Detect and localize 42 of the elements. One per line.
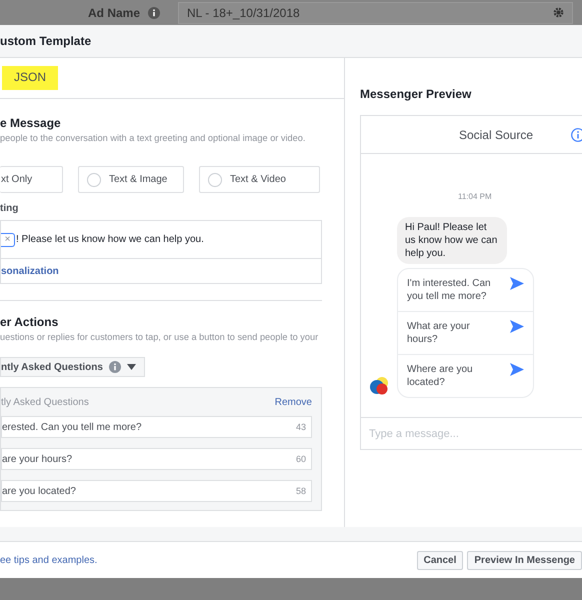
field-label: Ad Name [88, 6, 140, 20]
section-title: er Actions [0, 315, 60, 329]
json-tab[interactable]: JSON [2, 66, 58, 90]
message-time: 11:04 PM [458, 192, 492, 201]
info-icon [148, 6, 160, 18]
section-description: people to the conversation with a text greeting and optional image or video. [0, 133, 306, 143]
format-option[interactable]: xt Only [0, 166, 63, 193]
info-icon [108, 361, 121, 373]
message-bubble: Hi Paul! Please let us know how we can help you. [397, 217, 507, 264]
gear-icon[interactable] [553, 7, 564, 18]
section-description: uestions or replies for customers to tap, or use a button to send people to your [0, 332, 318, 342]
remove-link[interactable]: Remove [274, 396, 312, 408]
personalization-link[interactable]: sonalization [1, 259, 321, 283]
question-field[interactable]: are you located? 58 [1, 480, 312, 502]
field-label: ting [0, 203, 20, 214]
dropdown-button[interactable]: ntly Asked Questions [0, 357, 145, 377]
section-title: e Message [0, 116, 62, 130]
send-icon[interactable] [510, 363, 524, 376]
quick-reply[interactable]: What are your hours? [407, 320, 502, 346]
format-option[interactable]: Text & Video [199, 166, 320, 193]
question-field[interactable]: are your hours? 60 [1, 448, 312, 470]
preview-button[interactable]: Preview In Messenge [467, 550, 582, 570]
tips-link[interactable]: ee tips and examples. [0, 554, 98, 566]
format-option[interactable]: Text & Image [78, 166, 184, 193]
radio-button[interactable] [208, 172, 222, 186]
caret-icon [126, 364, 136, 370]
greeting-field[interactable]: × ! Please let us know how we can help you. sonalization [0, 220, 322, 284]
send-icon[interactable] [510, 277, 524, 290]
avatar-icon [369, 376, 389, 396]
cancel-button[interactable]: Cancel [416, 550, 464, 570]
dialog-title: ustom Template [0, 34, 92, 48]
info-icon[interactable] [571, 128, 582, 142]
quick-reply[interactable]: Where are you located? [407, 363, 502, 389]
panel-title: tly Asked Questions [1, 396, 89, 408]
question-field[interactable]: erested. Can you tell me more? 43 [1, 416, 312, 438]
quick-reply[interactable]: I'm interested. Can you tell me more? [407, 277, 502, 303]
preview-title: Messenger Preview [360, 87, 472, 101]
send-icon[interactable] [510, 320, 524, 333]
radio-button[interactable] [87, 172, 101, 186]
ad-name-field[interactable]: NL - 18+_10/31/2018 [178, 2, 574, 24]
page-name: Social Source [458, 128, 533, 142]
greeting-text: ! Please let us know how we can help you. [16, 234, 204, 245]
